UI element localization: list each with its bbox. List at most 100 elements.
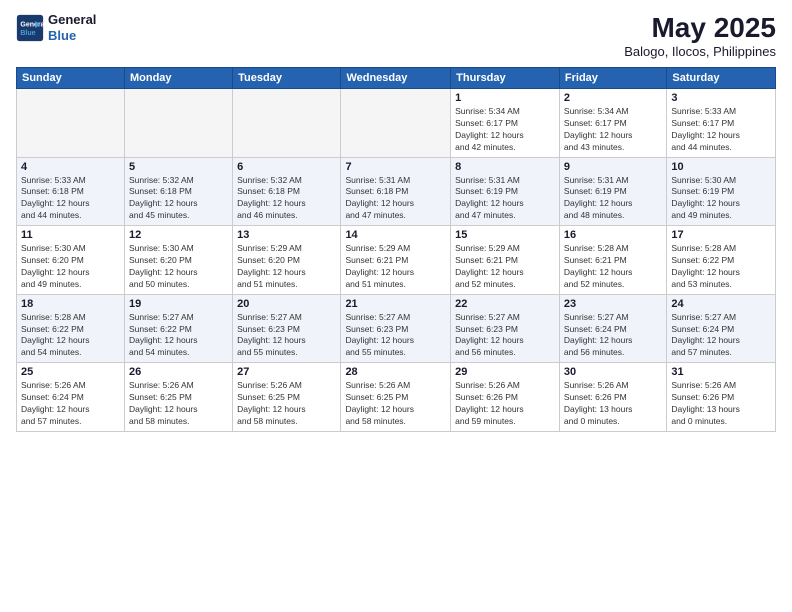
day-info: Sunrise: 5:34 AM Sunset: 6:17 PM Dayligh… (455, 106, 555, 154)
day-info: Sunrise: 5:27 AM Sunset: 6:23 PM Dayligh… (345, 312, 446, 360)
day-info: Sunrise: 5:26 AM Sunset: 6:25 PM Dayligh… (345, 380, 446, 428)
logo-line1: General (48, 12, 96, 27)
table-row: 18 Sunrise: 5:28 AM Sunset: 6:22 PM Dayli… (17, 294, 125, 363)
day-number: 10 (671, 161, 771, 173)
day-info: Sunrise: 5:29 AM Sunset: 6:21 PM Dayligh… (345, 243, 446, 291)
day-number: 7 (345, 161, 446, 173)
day-info: Sunrise: 5:30 AM Sunset: 6:19 PM Dayligh… (671, 175, 771, 223)
day-info: Sunrise: 5:32 AM Sunset: 6:18 PM Dayligh… (129, 175, 228, 223)
location-subtitle: Balogo, Ilocos, Philippines (624, 44, 776, 59)
table-row: 9Sunrise: 5:31 AM Sunset: 6:19 PM Daylig… (559, 157, 666, 226)
page: General Blue General Blue May 2025 Balog… (0, 0, 792, 612)
day-number: 15 (455, 229, 555, 241)
table-row: 15 Sunrise: 5:29 AM Sunset: 6:21 PM Dayli… (451, 226, 560, 295)
day-info: Sunrise: 5:26 AM Sunset: 6:26 PM Dayligh… (455, 380, 555, 428)
day-number: 18 (21, 298, 120, 310)
day-info: Sunrise: 5:28 AM Sunset: 6:22 PM Dayligh… (671, 243, 771, 291)
day-info: Sunrise: 5:26 AM Sunset: 6:25 PM Dayligh… (129, 380, 228, 428)
day-number: 24 (671, 298, 771, 310)
day-info: Sunrise: 5:32 AM Sunset: 6:18 PM Dayligh… (237, 175, 336, 223)
day-number: 26 (129, 366, 228, 378)
day-info: Sunrise: 5:30 AM Sunset: 6:20 PM Dayligh… (129, 243, 228, 291)
table-row: 31Sunrise: 5:26 AM Sunset: 6:26 PM Dayli… (667, 363, 776, 432)
day-number: 14 (345, 229, 446, 241)
header-wednesday: Wednesday (341, 68, 451, 89)
day-info: Sunrise: 5:26 AM Sunset: 6:26 PM Dayligh… (564, 380, 662, 428)
calendar-week-row: 18 Sunrise: 5:28 AM Sunset: 6:22 PM Dayli… (17, 294, 776, 363)
table-row: 26 Sunrise: 5:26 AM Sunset: 6:25 PM Dayli… (124, 363, 232, 432)
day-number: 28 (345, 366, 446, 378)
calendar-week-row: 4 Sunrise: 5:33 AM Sunset: 6:18 PM Daylig… (17, 157, 776, 226)
table-row (124, 89, 232, 158)
table-row: 3 Sunrise: 5:33 AM Sunset: 6:17 PM Daylig… (667, 89, 776, 158)
header-sunday: Sunday (17, 68, 125, 89)
table-row: 7 Sunrise: 5:31 AM Sunset: 6:18 PM Daylig… (341, 157, 451, 226)
day-number: 20 (237, 298, 336, 310)
table-row: 17 Sunrise: 5:28 AM Sunset: 6:22 PM Dayli… (667, 226, 776, 295)
table-row: 16 Sunrise: 5:28 AM Sunset: 6:21 PM Dayli… (559, 226, 666, 295)
logo-text: General Blue (48, 12, 96, 43)
calendar-week-row: 25Sunrise: 5:26 AM Sunset: 6:24 PM Dayli… (17, 363, 776, 432)
table-row: 20 Sunrise: 5:27 AM Sunset: 6:23 PM Dayli… (233, 294, 341, 363)
day-info: Sunrise: 5:27 AM Sunset: 6:22 PM Dayligh… (129, 312, 228, 360)
day-info: Sunrise: 5:31 AM Sunset: 6:19 PM Dayligh… (564, 175, 662, 223)
table-row (233, 89, 341, 158)
table-row: 6Sunrise: 5:32 AM Sunset: 6:18 PM Daylig… (233, 157, 341, 226)
day-info: Sunrise: 5:31 AM Sunset: 6:19 PM Dayligh… (455, 175, 555, 223)
day-number: 4 (21, 161, 120, 173)
header-monday: Monday (124, 68, 232, 89)
day-info: Sunrise: 5:31 AM Sunset: 6:18 PM Dayligh… (345, 175, 446, 223)
day-number: 27 (237, 366, 336, 378)
table-row: 27 Sunrise: 5:26 AM Sunset: 6:25 PM Dayli… (233, 363, 341, 432)
table-row (17, 89, 125, 158)
day-info: Sunrise: 5:27 AM Sunset: 6:23 PM Dayligh… (455, 312, 555, 360)
day-info: Sunrise: 5:27 AM Sunset: 6:24 PM Dayligh… (671, 312, 771, 360)
calendar-week-row: 1 Sunrise: 5:34 AM Sunset: 6:17 PM Daylig… (17, 89, 776, 158)
calendar-header-row: Sunday Monday Tuesday Wednesday Thursday… (17, 68, 776, 89)
table-row: 23Sunrise: 5:27 AM Sunset: 6:24 PM Dayli… (559, 294, 666, 363)
day-number: 1 (455, 92, 555, 104)
table-row: 30 Sunrise: 5:26 AM Sunset: 6:26 PM Dayli… (559, 363, 666, 432)
day-number: 11 (21, 229, 120, 241)
day-info: Sunrise: 5:28 AM Sunset: 6:21 PM Dayligh… (564, 243, 662, 291)
day-number: 3 (671, 92, 771, 104)
logo-icon: General Blue (16, 14, 44, 42)
table-row: 22 Sunrise: 5:27 AM Sunset: 6:23 PM Dayli… (451, 294, 560, 363)
day-info: Sunrise: 5:29 AM Sunset: 6:21 PM Dayligh… (455, 243, 555, 291)
day-number: 16 (564, 229, 662, 241)
day-number: 13 (237, 229, 336, 241)
day-number: 8 (455, 161, 555, 173)
day-info: Sunrise: 5:27 AM Sunset: 6:24 PM Dayligh… (564, 312, 662, 360)
table-row: 5Sunrise: 5:32 AM Sunset: 6:18 PM Daylig… (124, 157, 232, 226)
header-friday: Friday (559, 68, 666, 89)
day-info: Sunrise: 5:26 AM Sunset: 6:24 PM Dayligh… (21, 380, 120, 428)
table-row: 25Sunrise: 5:26 AM Sunset: 6:24 PM Dayli… (17, 363, 125, 432)
month-title: May 2025 (624, 12, 776, 44)
day-info: Sunrise: 5:33 AM Sunset: 6:18 PM Dayligh… (21, 175, 120, 223)
day-info: Sunrise: 5:26 AM Sunset: 6:25 PM Dayligh… (237, 380, 336, 428)
day-number: 12 (129, 229, 228, 241)
day-info: Sunrise: 5:29 AM Sunset: 6:20 PM Dayligh… (237, 243, 336, 291)
day-number: 17 (671, 229, 771, 241)
day-number: 29 (455, 366, 555, 378)
day-info: Sunrise: 5:33 AM Sunset: 6:17 PM Dayligh… (671, 106, 771, 154)
day-info: Sunrise: 5:34 AM Sunset: 6:17 PM Dayligh… (564, 106, 662, 154)
table-row: 8 Sunrise: 5:31 AM Sunset: 6:19 PM Daylig… (451, 157, 560, 226)
day-number: 22 (455, 298, 555, 310)
day-info: Sunrise: 5:26 AM Sunset: 6:26 PM Dayligh… (671, 380, 771, 428)
table-row (341, 89, 451, 158)
logo: General Blue General Blue (16, 12, 96, 43)
header: General Blue General Blue May 2025 Balog… (16, 12, 776, 59)
table-row: 21Sunrise: 5:27 AM Sunset: 6:23 PM Dayli… (341, 294, 451, 363)
table-row: 4 Sunrise: 5:33 AM Sunset: 6:18 PM Daylig… (17, 157, 125, 226)
logo-line2: Blue (48, 28, 76, 43)
day-number: 30 (564, 366, 662, 378)
svg-text:General: General (20, 21, 44, 28)
table-row: 12 Sunrise: 5:30 AM Sunset: 6:20 PM Dayli… (124, 226, 232, 295)
day-info: Sunrise: 5:27 AM Sunset: 6:23 PM Dayligh… (237, 312, 336, 360)
day-number: 19 (129, 298, 228, 310)
header-saturday: Saturday (667, 68, 776, 89)
table-row: 19 Sunrise: 5:27 AM Sunset: 6:22 PM Dayli… (124, 294, 232, 363)
day-info: Sunrise: 5:28 AM Sunset: 6:22 PM Dayligh… (21, 312, 120, 360)
header-tuesday: Tuesday (233, 68, 341, 89)
